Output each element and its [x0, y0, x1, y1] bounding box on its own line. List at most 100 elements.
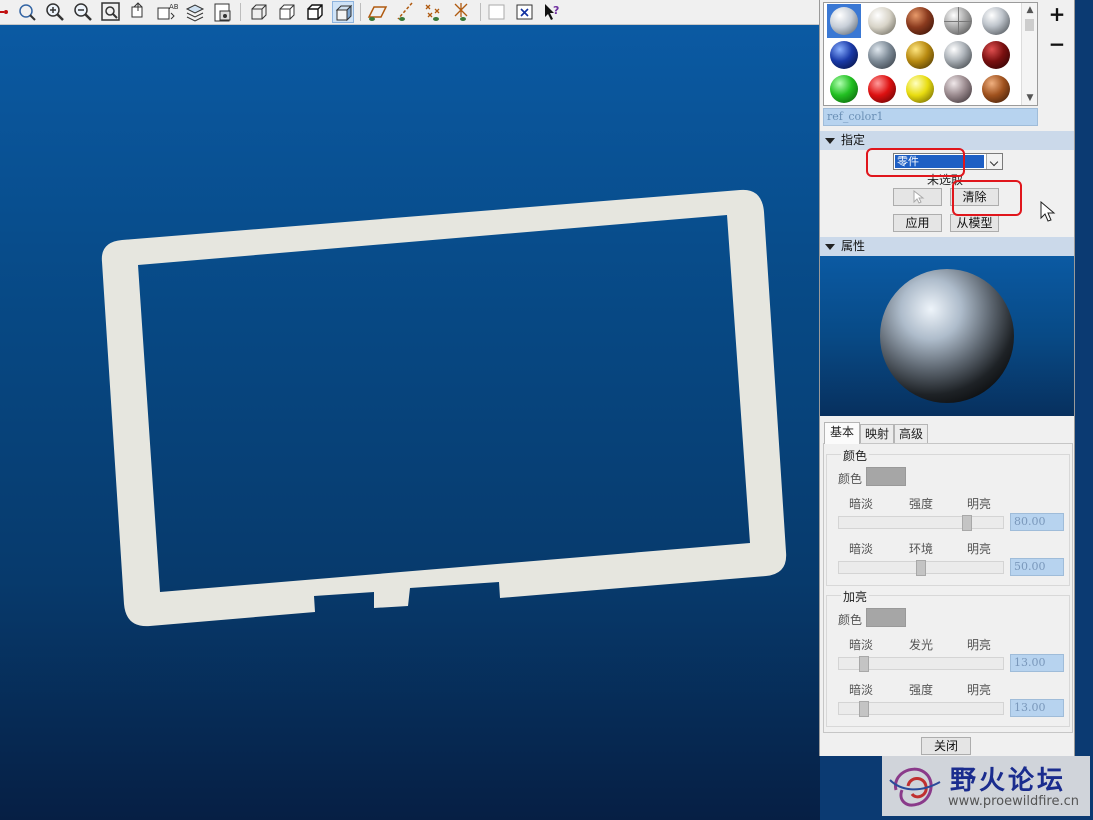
zoom-out-icon[interactable] — [72, 1, 94, 23]
tab-basic[interactable]: 基本 — [824, 422, 860, 444]
hidden-line-icon[interactable] — [276, 1, 298, 23]
slider-left-label: 暗淡 — [849, 542, 874, 556]
pan-icon[interactable] — [0, 1, 16, 23]
slider-left-label: 暗淡 — [849, 638, 874, 652]
properties-section-header[interactable]: 属性 — [820, 237, 1074, 256]
graphics-viewport[interactable] — [0, 25, 820, 820]
close-window-icon[interactable] — [514, 1, 536, 23]
swatch-ivory[interactable] — [865, 4, 899, 38]
swatch-chrome[interactable] — [941, 38, 975, 72]
swatch-slate[interactable] — [865, 38, 899, 72]
part-model[interactable] — [0, 25, 820, 820]
swatch-copper[interactable] — [979, 72, 1013, 106]
assign-target-dropdown[interactable]: 零件 — [893, 153, 1003, 170]
swatch-ball — [868, 7, 896, 35]
tab-mapping[interactable]: 映射 — [860, 424, 894, 444]
swatch-yellow[interactable] — [903, 72, 937, 106]
shininess-value-field[interactable]: 13.00 — [1010, 654, 1064, 672]
swatch-green[interactable] — [827, 72, 861, 106]
tab-advanced[interactable]: 高级 — [894, 424, 928, 444]
swatch-crosshair-grey[interactable] — [941, 4, 975, 38]
color-group: 颜色 颜色 暗淡 强度 明亮 80.00 暗淡 环境 明亮 50.00 — [826, 447, 1070, 586]
shading-icon[interactable] — [332, 1, 354, 23]
collapse-triangle-icon — [825, 138, 835, 144]
highlight-group: 加亮 颜色 暗淡 发光 明亮 13.00 暗淡 强度 明亮 13.00 — [826, 588, 1070, 727]
assign-section-title: 指定 — [841, 133, 866, 147]
layers-icon[interactable] — [184, 1, 206, 23]
swatch-ref-color1[interactable] — [827, 4, 861, 38]
swatch-brick[interactable] — [903, 4, 937, 38]
swatch-ball — [830, 7, 858, 35]
color-swatch-button[interactable] — [866, 467, 906, 486]
color-group-title: 颜色 — [841, 447, 870, 464]
refit-icon[interactable] — [100, 1, 122, 23]
remove-appearance-button[interactable]: − — [1048, 34, 1066, 54]
watermark-url: www.proewildfire.cn — [948, 794, 1079, 809]
forum-watermark: 野火论坛 www.proewildfire.cn — [882, 756, 1090, 816]
swatch-ball — [944, 75, 972, 103]
clear-button[interactable]: 清除 — [950, 188, 999, 206]
swatch-ball — [830, 75, 858, 103]
scroll-down-icon[interactable]: ▼ — [1022, 91, 1038, 105]
datum-points-icon[interactable] — [422, 1, 444, 23]
ambient-value-field[interactable]: 50.00 — [1010, 558, 1064, 576]
scroll-thumb[interactable] — [1025, 19, 1034, 31]
highlight-group-title: 加亮 — [841, 588, 870, 605]
intensity-slider[interactable] — [838, 515, 1004, 531]
swatch-blue[interactable] — [827, 38, 861, 72]
slider-knob[interactable] — [916, 560, 926, 576]
swatch-maroon[interactable] — [979, 38, 1013, 72]
slider-center-label: 强度 — [909, 497, 934, 511]
highlight-intensity-slider[interactable] — [838, 701, 1004, 717]
reorient-icon[interactable] — [16, 1, 38, 23]
coordinate-systems-icon[interactable] — [450, 1, 472, 23]
swatch-granite[interactable] — [941, 72, 975, 106]
mouse-cursor-icon — [1040, 201, 1056, 222]
apply-button[interactable]: 应用 — [893, 214, 942, 232]
svg-text:?: ? — [553, 4, 559, 17]
wireframe-icon[interactable] — [248, 1, 270, 23]
preview-sphere — [880, 269, 1014, 403]
appearance-palette: ▲ ▼ — [823, 2, 1038, 106]
context-help-icon[interactable]: ? — [542, 1, 564, 23]
arrow-pointer-icon — [913, 189, 924, 204]
select-button[interactable] — [893, 188, 942, 206]
watermark-title: 野火论坛 — [950, 766, 1067, 796]
color-label: 颜色 — [838, 472, 863, 486]
zoom-in-icon[interactable] — [44, 1, 66, 23]
saved-views-icon[interactable] — [212, 1, 234, 23]
scroll-up-icon[interactable]: ▲ — [1022, 3, 1038, 17]
slider-right-label: 明亮 — [967, 497, 992, 511]
ambient-slider[interactable] — [838, 560, 1004, 576]
swatch-ball — [982, 75, 1010, 103]
datum-planes-icon[interactable] — [366, 1, 388, 23]
spin-center-icon[interactable] — [128, 1, 150, 23]
from-model-button[interactable]: 从模型 — [950, 214, 999, 232]
highlight-color-swatch-button[interactable] — [866, 608, 906, 627]
assign-section-header[interactable]: 指定 — [820, 131, 1074, 150]
no-hidden-icon[interactable] — [304, 1, 326, 23]
chevron-down-icon[interactable] — [986, 154, 1002, 169]
selection-status: 未选取 — [927, 173, 964, 187]
slider-knob[interactable] — [859, 656, 869, 672]
swatch-ball — [868, 41, 896, 69]
add-appearance-button[interactable]: + — [1048, 4, 1066, 24]
swatch-silver[interactable] — [979, 4, 1013, 38]
palette-scrollbar[interactable]: ▲ ▼ — [1021, 3, 1037, 105]
intensity-value-field[interactable]: 80.00 — [1010, 513, 1064, 531]
slider-knob[interactable] — [962, 515, 972, 531]
highlight-intensity-value-field[interactable]: 13.00 — [1010, 699, 1064, 717]
slider-center-label: 发光 — [909, 638, 934, 652]
datum-axes-icon[interactable] — [394, 1, 416, 23]
swatch-red[interactable] — [865, 72, 899, 106]
view-manager-icon[interactable]: AB — [156, 1, 178, 23]
swatch-gold[interactable] — [903, 38, 937, 72]
slider-right-label: 明亮 — [967, 638, 992, 652]
svg-text:AB: AB — [169, 3, 178, 11]
slider-knob[interactable] — [859, 701, 869, 717]
shininess-slider[interactable] — [838, 656, 1004, 672]
slider-right-label: 明亮 — [967, 683, 992, 697]
select-box-icon[interactable] — [486, 1, 508, 23]
close-button[interactable]: 关闭 — [921, 737, 971, 755]
appearance-name-field[interactable]: ref_color1 — [823, 108, 1038, 126]
